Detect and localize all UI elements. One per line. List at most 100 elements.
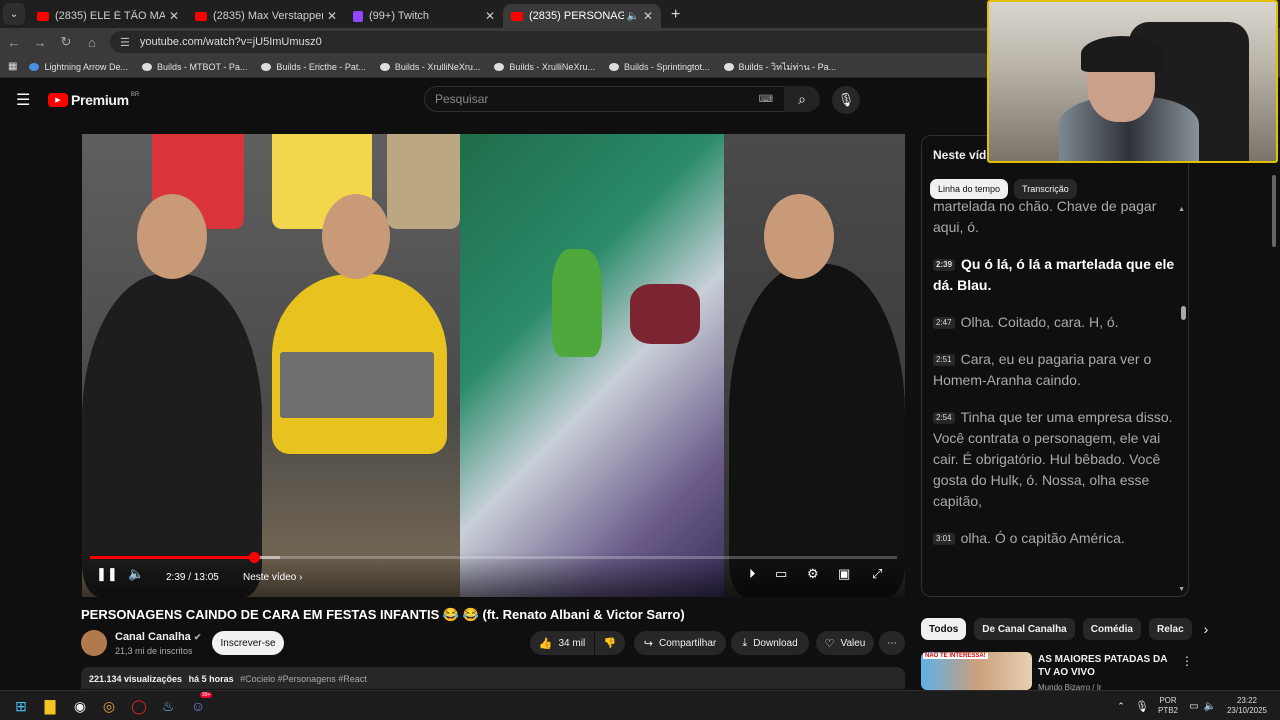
site-info-icon[interactable]: ☰ xyxy=(120,36,130,49)
scroll-down-icon[interactable]: ▼ xyxy=(1178,586,1185,593)
video-thumbnail[interactable]: NÃO TE INTERESSA! xyxy=(921,652,1032,690)
browser-tab-active[interactable]: (2835) PERSONAGENS CAI 🔈 ✕ xyxy=(503,4,661,28)
bookmark-item[interactable]: Builds - Sprintingtot... xyxy=(608,62,710,72)
transcript-line[interactable]: 2:51 Cara, eu eu pagaria para ver o Homem… xyxy=(933,349,1178,391)
steam-icon[interactable]: ♨ xyxy=(158,696,178,716)
bookmark-item[interactable]: Builds - XrulliNeXru... xyxy=(379,62,480,72)
voice-search-button[interactable]: 🎙 xyxy=(832,86,860,114)
keyboard-icon[interactable]: ⌨ xyxy=(759,94,773,105)
page-scrollbar[interactable] xyxy=(1272,175,1276,247)
reload-icon[interactable]: ↻ xyxy=(54,34,78,50)
opera-icon[interactable]: ◯ xyxy=(129,696,149,716)
dislike-button[interactable]: 👎 xyxy=(595,631,625,655)
hulk-costume xyxy=(552,249,602,357)
spiderman-costume xyxy=(630,284,700,344)
volume-button[interactable]: 🔈 xyxy=(128,566,144,582)
channel-avatar[interactable] xyxy=(81,630,107,656)
close-tab-icon[interactable]: ✕ xyxy=(169,9,179,23)
clock[interactable]: 23:22 23/10/2025 xyxy=(1222,696,1272,716)
transcript-line[interactable]: martelada no chão. Chave de pagar aqui, … xyxy=(933,196,1178,238)
video-player[interactable]: ❚❚ 🔈 2:39 / 13:05 Neste vídeo › ⏵ ▭ ⚙ ▣ … xyxy=(82,134,905,597)
windows-start-icon[interactable]: ⊞ xyxy=(11,696,31,716)
fullscreen-button[interactable]: ⤢ xyxy=(872,566,882,582)
channel-row: Canal Canalha ✔ 21,3 mi de inscritos Insc… xyxy=(81,630,905,658)
file-explorer-icon[interactable]: ▇ xyxy=(40,696,60,716)
filter-chip-related[interactable]: Relac xyxy=(1148,618,1192,640)
new-tab-icon[interactable]: + xyxy=(671,6,680,24)
chapter-button[interactable]: Neste vídeo › xyxy=(243,572,302,583)
close-tab-icon[interactable]: ✕ xyxy=(485,9,495,23)
back-icon[interactable]: ← xyxy=(2,35,26,50)
speaker-icon[interactable]: 🔈 xyxy=(626,11,638,22)
browser-tab[interactable]: (2835) Max Verstappen Finds H ✕ xyxy=(187,4,345,28)
browser-tab[interactable]: (2835) ELE É TÃO MACHO QUE ✕ xyxy=(29,4,187,28)
pause-button[interactable]: ❚❚ xyxy=(96,566,118,582)
volume-tray-icon[interactable]: 🔈 xyxy=(1200,696,1220,716)
logo-text: Premium xyxy=(71,92,129,108)
transcript-line[interactable]: 2:54 Tinha que ter uma empresa disso. Voc… xyxy=(933,407,1178,512)
description-box[interactable]: 221.134 visualizações há 5 horas #Cociel… xyxy=(81,667,905,689)
search-button[interactable]: ⌕ xyxy=(784,86,820,112)
settings-gear-icon[interactable]: ⚙ xyxy=(807,566,819,582)
share-icon: ↪ xyxy=(643,637,653,650)
thanks-button[interactable]: ♡ Valeu xyxy=(816,631,874,655)
bookmark-item[interactable]: Builds - MTBOT - Pa... xyxy=(142,62,247,72)
progress-bar[interactable] xyxy=(90,552,897,563)
youtube-logo[interactable]: ▶ Premium BR xyxy=(48,92,139,108)
transcript-line[interactable]: 3:01 olha. Ó o capitão América. xyxy=(933,528,1178,549)
thumbs-down-icon: 👎 xyxy=(603,637,617,649)
url-text: youtube.com/watch?v=jU5ImUmusz0 xyxy=(139,36,322,48)
filter-chip-channel[interactable]: De Canal Canalha xyxy=(974,618,1075,640)
tab-search-dropdown[interactable]: ⌄ xyxy=(3,3,25,25)
menu-icon[interactable]: ☰ xyxy=(16,90,40,110)
captions-button[interactable]: ▭ xyxy=(775,566,787,582)
more-actions-button[interactable]: ⋯ xyxy=(879,631,905,655)
browser-tab[interactable]: (99+) Twitch ✕ xyxy=(345,4,503,28)
microphone-tray-icon[interactable]: 🎙 xyxy=(1132,696,1152,716)
close-tab-icon[interactable]: ✕ xyxy=(643,9,653,23)
home-icon[interactable]: ⌂ xyxy=(80,35,104,50)
filter-chip-all[interactable]: Todos xyxy=(921,618,967,640)
obs-icon[interactable]: ◉ xyxy=(70,696,90,716)
chevron-right-icon[interactable]: › xyxy=(1204,621,1209,637)
recommendation-filters: Todos De Canal Canalha Comédia Relac › xyxy=(921,618,1208,640)
panel-scrollbar[interactable] xyxy=(1181,306,1186,320)
chrome-icon[interactable]: ◎ xyxy=(99,696,119,716)
discord-icon[interactable]: ☺ 99+ xyxy=(188,692,213,716)
more-vert-icon[interactable]: ⋮ xyxy=(1181,654,1193,668)
transcript-line-current[interactable]: 2:39 Qu ó lá, ó lá a martelada que ele dá… xyxy=(933,254,1178,296)
bookmark-item[interactable]: Lightning Arrow De... xyxy=(29,62,128,72)
bookmark-item[interactable]: Builds - XrulliNeXru... xyxy=(494,62,595,72)
like-button[interactable]: 👍 34 mil xyxy=(530,631,594,655)
autoplay-toggle[interactable]: ⏵ xyxy=(749,566,756,582)
miniplayer-button[interactable]: ▣ xyxy=(838,566,850,582)
more-icon: ⋯ xyxy=(887,637,897,649)
recommended-title[interactable]: AS MAIORES PATADAS DA TV AO VIVO xyxy=(1038,653,1173,679)
bookmark-item[interactable]: Builds - Ericthe - Pat... xyxy=(261,62,366,72)
twitch-icon xyxy=(353,10,363,22)
timestamp: 2:51 xyxy=(933,354,955,366)
chevron-up-icon[interactable]: ⌃ xyxy=(1111,696,1131,716)
forward-icon[interactable]: → xyxy=(28,35,52,50)
address-bar[interactable]: ☰ youtube.com/watch?v=jU5ImUmusz0 xyxy=(110,31,1010,53)
subscribe-button[interactable]: Inscrever-se xyxy=(212,631,284,655)
recommended-video[interactable]: NÃO TE INTERESSA! AS MAIORES PATADAS DA … xyxy=(921,652,1193,692)
hashtags[interactable]: #Cocielo #Personagens #React xyxy=(240,674,367,684)
download-button[interactable]: ⤓ Download xyxy=(731,631,809,655)
bookmark-item[interactable]: Builds - วิทไม่ท่าน - Pa... xyxy=(723,60,836,74)
progress-scrubber[interactable] xyxy=(248,552,260,563)
search-input[interactable]: Pesquisar ⌨ xyxy=(424,86,786,112)
channel-name[interactable]: Canal Canalha ✔ xyxy=(115,631,201,643)
filter-chip-comedy[interactable]: Comédia xyxy=(1082,618,1141,640)
apps-grid-icon[interactable]: ▦ xyxy=(8,61,17,72)
input-language[interactable]: POR PTB2 xyxy=(1158,696,1178,716)
timestamp: 3:01 xyxy=(933,533,955,545)
share-button[interactable]: ↪ Compartilhar xyxy=(634,631,726,655)
video-title: PERSONAGENS CAINDO DE CARA EM FESTAS INF… xyxy=(81,607,685,622)
close-tab-icon[interactable]: ✕ xyxy=(327,9,337,23)
scroll-up-icon[interactable]: ▲ xyxy=(1178,206,1185,213)
bookmark-favicon-icon xyxy=(379,62,390,71)
timestamp: 2:39 xyxy=(933,259,956,271)
transcript-text: Cara, eu eu pagaria para ver o Homem-Ara… xyxy=(933,351,1152,388)
transcript-line[interactable]: 2:47 Olha. Coitado, cara. H, ó. xyxy=(933,312,1178,333)
